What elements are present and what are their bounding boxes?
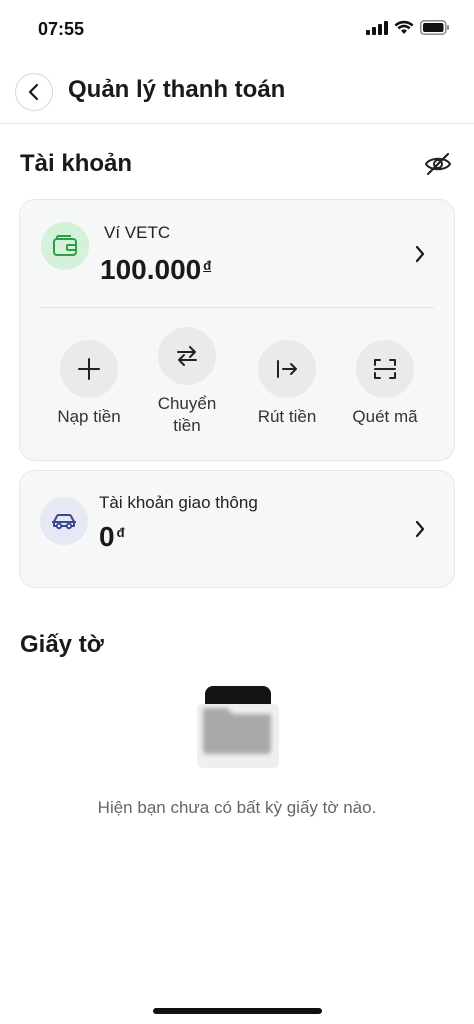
empty-folder-illustration — [195, 686, 279, 770]
transfer-action[interactable]: Chuyển tiền — [137, 327, 237, 437]
app-header: Quản lý thanh toán — [0, 66, 474, 124]
withdraw-icon — [277, 360, 297, 378]
back-button[interactable] — [15, 73, 53, 111]
transfer-label: Chuyển tiền — [157, 394, 217, 435]
traffic-account-card[interactable]: Tài khoản giao thông 0đ — [19, 470, 455, 588]
documents-section-title: Giấy tờ — [20, 631, 104, 658]
plus-icon — [78, 358, 100, 380]
home-indicator — [153, 1008, 322, 1014]
wallet-icon-badge — [41, 222, 89, 270]
wallet-name: Ví VETC — [104, 223, 171, 242]
car-icon-badge — [40, 497, 88, 545]
chevron-right-icon — [415, 520, 425, 538]
wallet-detail-button[interactable] — [410, 244, 430, 264]
status-bar: 07:55 — [0, 0, 474, 56]
wallet-card: Ví VETC 100.000 đ Nạp tiền Chuyển tiền R… — [19, 199, 455, 461]
traffic-account-balance: 0đ — [99, 521, 125, 553]
wallet-currency-symbol: đ — [203, 258, 212, 273]
wallet-balance-amount: 100.000 — [100, 254, 202, 285]
traffic-balance-amount: 0 — [99, 521, 115, 552]
withdraw-label: Rút tiền — [257, 407, 317, 426]
eye-off-icon — [424, 152, 452, 176]
wallet-icon — [53, 235, 77, 256]
signal-icon — [366, 20, 388, 35]
wifi-icon — [394, 20, 414, 34]
withdraw-action[interactable]: Rút tiền — [237, 340, 337, 428]
transfer-button[interactable] — [158, 327, 216, 385]
wallet-balance: 100.000 đ — [100, 254, 211, 286]
traffic-account-name: Tài khoản giao thông — [99, 493, 258, 512]
car-icon — [52, 513, 76, 530]
wallet-divider — [40, 307, 434, 308]
topup-label: Nạp tiền — [57, 407, 121, 426]
status-time: 07:55 — [38, 19, 85, 39]
empty-documents-message: Hiện bạn chưa có bất kỳ giấy tờ nào. — [97, 798, 377, 817]
scan-button[interactable] — [356, 340, 414, 398]
folder-icon — [197, 686, 279, 768]
withdraw-button[interactable] — [258, 340, 316, 398]
chevron-left-icon — [28, 83, 39, 101]
topup-action[interactable]: Nạp tiền — [39, 340, 139, 428]
traffic-account-detail-button[interactable] — [410, 519, 430, 539]
toggle-balance-visibility-button[interactable] — [424, 150, 452, 178]
status-icons — [366, 20, 450, 35]
scan-icon — [374, 359, 396, 379]
scan-action[interactable]: Quét mã — [335, 340, 435, 428]
chevron-right-icon — [415, 245, 425, 263]
scan-label: Quét mã — [352, 407, 418, 426]
traffic-currency-symbol: đ — [116, 525, 125, 540]
page-title: Quản lý thanh toán — [68, 76, 286, 103]
topup-button[interactable] — [60, 340, 118, 398]
transfer-icon — [177, 346, 197, 366]
battery-icon — [420, 20, 449, 35]
accounts-section-title: Tài khoản — [20, 150, 133, 177]
